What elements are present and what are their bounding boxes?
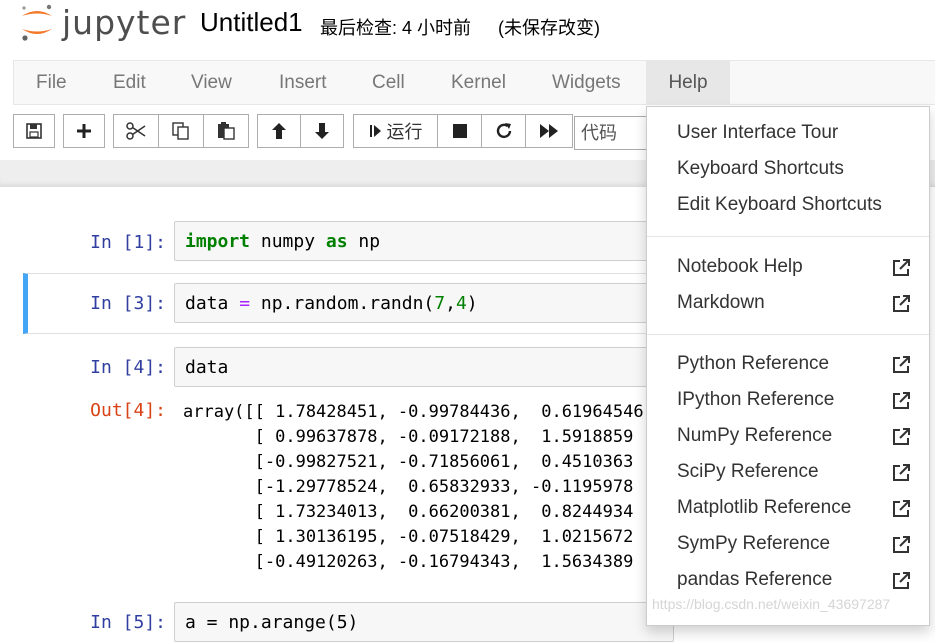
external-link-icon — [893, 428, 910, 445]
menu-item-notebook-help[interactable]: Notebook Help — [677, 256, 803, 278]
keyword: import — [185, 231, 251, 252]
menu-divider — [647, 236, 929, 237]
cell-type-select[interactable]: 代码 — [574, 116, 654, 150]
run-button[interactable]: 运行 — [353, 114, 438, 148]
help-dropdown-menu: User Interface Tour Keyboard Shortcuts E… — [646, 106, 930, 626]
menu-item-edit-shortcuts[interactable]: Edit Keyboard Shortcuts — [677, 194, 882, 216]
paste-button[interactable] — [203, 114, 249, 148]
code-cell-input[interactable]: data — [174, 347, 674, 387]
interrupt-button[interactable] — [437, 114, 482, 148]
input-prompt: In [5]: — [90, 612, 166, 633]
menu-widgets[interactable]: Widgets — [552, 61, 621, 105]
restart-button[interactable] — [481, 114, 526, 148]
jupyter-logo-text[interactable]: jupyter — [62, 3, 186, 42]
code-cell-input[interactable]: import numpy as np — [174, 221, 674, 261]
code-cell-input[interactable]: a = np.arange(5) — [174, 602, 674, 642]
code-token: , — [445, 293, 456, 314]
external-link-icon — [893, 392, 910, 409]
menubar: File Edit View Insert Cell Kernel Widget… — [13, 60, 935, 105]
menu-cell[interactable]: Cell — [372, 61, 405, 105]
number: 7 — [434, 293, 446, 314]
menu-file[interactable]: File — [36, 61, 67, 105]
step-icon — [369, 125, 381, 137]
save-icon — [26, 123, 42, 139]
keyword: as — [325, 231, 348, 252]
input-prompt: In [3]: — [90, 293, 166, 314]
fast-forward-icon — [540, 124, 558, 138]
code-line: a = np.arange(5) — [185, 612, 359, 633]
menu-item-python-reference[interactable]: Python Reference — [677, 353, 829, 375]
code-token: ) — [466, 293, 478, 314]
autosave-status: (未保存改变) — [498, 18, 600, 38]
menu-help[interactable]: Help — [646, 61, 730, 105]
output-line: array([[ 1.78428451, -0.99784436, 0.6196… — [183, 402, 644, 422]
move-up-button[interactable] — [257, 114, 301, 148]
arrow-down-icon — [315, 123, 329, 139]
code-line: import numpy as np — [185, 231, 380, 252]
checkpoint-status: 最后检查: 4 小时前 — [320, 18, 472, 38]
output-line: [ 1.30136195, -0.07518429, 1.0215672 — [183, 527, 634, 547]
move-down-button[interactable] — [300, 114, 344, 148]
copy-icon — [172, 122, 189, 140]
notebook-name[interactable]: Untitled1 — [200, 7, 303, 38]
jupyter-logo-icon[interactable] — [19, 2, 55, 42]
external-link-icon — [893, 295, 910, 312]
menu-item-sympy-reference[interactable]: SymPy Reference — [677, 533, 830, 555]
menu-item-scipy-reference[interactable]: SciPy Reference — [677, 461, 819, 483]
output-line: [-1.29778524, 0.65832933, -0.1195978 — [183, 477, 634, 497]
header: jupyter Untitled1 最后检查: 4 小时前 (未保存改变) — [0, 0, 935, 58]
output-line: [ 0.99637878, -0.09172188, 1.5918859 — [183, 427, 634, 447]
menu-view[interactable]: View — [191, 61, 232, 105]
plus-icon — [77, 124, 91, 138]
save-button[interactable] — [13, 114, 55, 148]
code-cell-input[interactable]: data = np.random.randn(7,4) — [174, 283, 674, 323]
code-token: numpy — [250, 231, 326, 252]
menu-item-ipython-reference[interactable]: IPython Reference — [677, 389, 834, 411]
operator: = — [239, 293, 251, 314]
menu-item-ui-tour[interactable]: User Interface Tour — [677, 122, 838, 144]
run-label: 运行 — [386, 122, 423, 142]
restart-run-all-button[interactable] — [525, 114, 573, 148]
code-token: np.random.randn( — [250, 293, 435, 314]
watermark-text: https://blog.csdn.net/weixin_43697287 — [652, 596, 891, 612]
menu-item-keyboard-shortcuts[interactable]: Keyboard Shortcuts — [677, 158, 844, 180]
external-link-icon — [893, 259, 910, 276]
scissors-icon — [126, 122, 146, 140]
output-line: [-0.49120263, -0.16794343, 1.5634389 — [183, 552, 634, 572]
code-token: data — [185, 293, 240, 314]
output-line: [-0.99827521, -0.71856061, 0.4510363 — [183, 452, 634, 472]
output-prompt: Out[4]: — [90, 400, 166, 421]
external-link-icon — [893, 500, 910, 517]
code-line: data — [185, 357, 229, 378]
menu-kernel[interactable]: Kernel — [451, 61, 506, 105]
menu-insert[interactable]: Insert — [279, 61, 327, 105]
restart-icon — [496, 123, 511, 139]
code-token: np — [347, 231, 381, 252]
insert-cell-button[interactable] — [63, 114, 105, 148]
external-link-icon — [893, 536, 910, 553]
external-link-icon — [893, 464, 910, 481]
stop-icon — [452, 124, 467, 138]
menu-item-markdown[interactable]: Markdown — [677, 292, 765, 314]
arrow-up-icon — [272, 123, 286, 139]
code-line: data = np.random.randn(7,4) — [185, 293, 478, 314]
external-link-icon — [893, 572, 910, 589]
menu-item-numpy-reference[interactable]: NumPy Reference — [677, 425, 832, 447]
menu-item-pandas-reference[interactable]: pandas Reference — [677, 569, 832, 591]
cut-button[interactable] — [113, 114, 159, 148]
external-link-icon — [893, 356, 910, 373]
menu-edit[interactable]: Edit — [113, 61, 146, 105]
number: 4 — [455, 293, 467, 314]
output-line: [ 1.73234013, 0.66200381, 0.8244934 — [183, 502, 634, 522]
input-prompt: In [4]: — [90, 357, 166, 378]
menu-item-matplotlib-reference[interactable]: Matplotlib Reference — [677, 497, 851, 519]
copy-button[interactable] — [158, 114, 204, 148]
menu-divider — [647, 334, 929, 335]
input-prompt: In [1]: — [90, 232, 166, 253]
paste-icon — [218, 122, 235, 140]
